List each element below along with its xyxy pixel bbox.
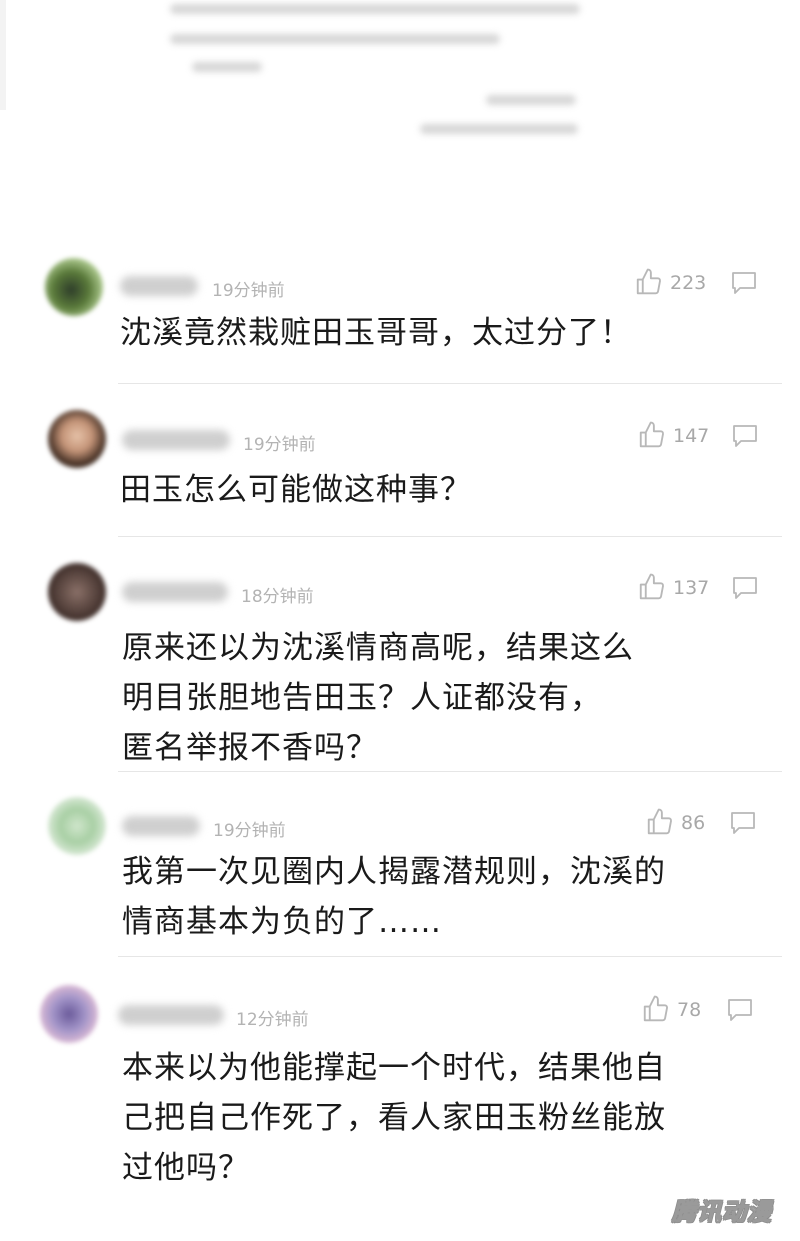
avatar[interactable]: [40, 985, 98, 1043]
comment-text: 沈溪竟然栽赃田玉哥哥，太过分了！: [120, 315, 632, 351]
like-count: 223: [670, 272, 707, 294]
comment-text: 原来还以为沈溪情商高呢，结果这么 明目张胆地告田玉？人证都没有， 匿名举报不香吗…: [122, 630, 634, 766]
watermark-text: 腾讯动漫: [672, 1197, 772, 1226]
divider: [118, 383, 782, 384]
notice-edge: [0, 0, 6, 110]
like-count: 86: [681, 812, 706, 834]
comment-bubble-icon[interactable]: [731, 423, 759, 449]
divider: [118, 536, 782, 537]
notice-line: [170, 34, 500, 44]
thumbs-up-icon[interactable]: [637, 420, 667, 450]
comment-bubble-icon[interactable]: [731, 575, 759, 601]
divider: [118, 956, 782, 957]
username[interactable]: [122, 582, 228, 602]
comment-bubble-icon[interactable]: [726, 997, 754, 1023]
comment-time: 18分钟前: [241, 587, 314, 607]
blurred-notice: [0, 0, 800, 165]
username[interactable]: [122, 816, 200, 836]
username[interactable]: [120, 276, 198, 296]
comment-time: 19分钟前: [212, 281, 285, 301]
username[interactable]: [118, 1005, 224, 1025]
thumbs-up-icon[interactable]: [645, 807, 675, 837]
username[interactable]: [122, 430, 230, 450]
comment-text: 田玉怎么可能做这种事？: [120, 472, 472, 508]
comment-time: 19分钟前: [243, 435, 316, 455]
thumbs-up-icon[interactable]: [634, 267, 664, 297]
comment-bubble-icon[interactable]: [730, 270, 758, 296]
notice-line: [420, 124, 578, 134]
like-count: 137: [673, 577, 710, 599]
comment-text: 我第一次见圈内人揭露潜规则，沈溪的 情商基本为负的了……: [122, 854, 666, 940]
thumbs-up-icon[interactable]: [641, 994, 671, 1024]
notice-line: [170, 4, 580, 14]
avatar[interactable]: [45, 258, 103, 316]
notice-line: [486, 95, 576, 105]
avatar[interactable]: [48, 563, 106, 621]
like-count: 78: [677, 999, 702, 1021]
tencent-comic-watermark: 腾讯动漫: [658, 1189, 786, 1229]
avatar[interactable]: [48, 410, 106, 468]
thumbs-up-icon[interactable]: [637, 572, 667, 602]
comment-time: 12分钟前: [236, 1010, 309, 1030]
comment-bubble-icon[interactable]: [729, 810, 757, 836]
comment-time: 19分钟前: [213, 821, 286, 841]
avatar[interactable]: [48, 797, 106, 855]
comment-text: 本来以为他能撑起一个时代，结果他自 己把自己作死了，看人家田玉粉丝能放 过他吗？: [122, 1050, 666, 1186]
like-count: 147: [673, 425, 710, 447]
divider: [118, 771, 782, 772]
notice-line: [192, 62, 262, 72]
